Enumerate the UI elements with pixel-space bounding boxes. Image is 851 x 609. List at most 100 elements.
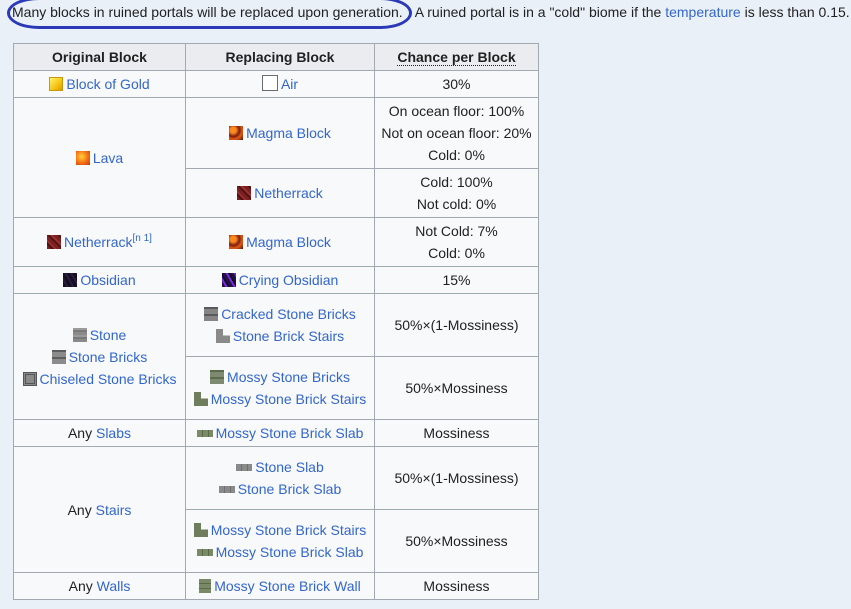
- cell-replacing: Crying Obsidian: [185, 266, 375, 294]
- mossy-stone-brick-wall-link[interactable]: Mossy Stone Brick Wall: [214, 578, 361, 594]
- cell-replacing: Mossy Stone Bricks Mossy Stone Brick Sta…: [185, 356, 375, 420]
- header-original-block: Original Block: [13, 43, 186, 71]
- cell-chance: 50%×(1-Mossiness): [374, 293, 539, 357]
- stone-link[interactable]: Stone: [90, 327, 127, 343]
- cracked-stone-bricks-icon[interactable]: [204, 307, 219, 321]
- cell-original: Netherrack[n 1]: [13, 217, 186, 267]
- chiseled-stone-bricks-icon[interactable]: [22, 371, 37, 386]
- cell-replacing: Air: [185, 70, 375, 98]
- mossy-stone-brick-wall-icon[interactable]: [199, 579, 212, 593]
- mossy-stone-brick-stairs-link[interactable]: Mossy Stone Brick Stairs: [211, 391, 367, 407]
- crying-obsidian-icon[interactable]: [221, 273, 236, 287]
- stone-bricks-link[interactable]: Stone Bricks: [69, 349, 148, 365]
- magma-block-link[interactable]: Magma Block: [246, 125, 331, 141]
- header-replacing-block: Replacing Block: [185, 43, 375, 71]
- mossy-stone-brick-slab-icon[interactable]: [196, 549, 213, 556]
- mossy-stone-brick-stairs-icon[interactable]: [193, 392, 208, 406]
- netherrack-icon[interactable]: [237, 186, 252, 200]
- netherrack-link[interactable]: Netherrack: [64, 234, 132, 250]
- stone-icon[interactable]: [72, 327, 87, 342]
- table-row: Lava Magma Block On ocean floor: 100% No…: [13, 97, 539, 218]
- cell-chance: 50%×(1-Mossiness): [374, 446, 539, 510]
- table-row: Block of Gold Air 30%: [13, 70, 539, 98]
- table-header-row: Original Block Replacing Block Chance pe…: [13, 43, 539, 71]
- cell-replacing: Magma Block: [185, 217, 375, 267]
- cell-chance: Mossiness: [374, 572, 539, 600]
- cell-original: Stone Stone Bricks Chiseled Stone Bricks: [13, 293, 186, 420]
- note-n1-link[interactable]: [n 1]: [133, 233, 152, 244]
- slabs-link[interactable]: Slabs: [96, 425, 131, 441]
- cell-replacing: Magma Block: [185, 97, 375, 169]
- any-prefix: Any: [67, 425, 96, 441]
- mossy-stone-brick-slab-icon[interactable]: [196, 430, 213, 437]
- gold-block-icon[interactable]: [49, 77, 64, 91]
- mossy-stone-bricks-icon[interactable]: [210, 370, 225, 384]
- chance-line: On ocean floor: 100%: [388, 103, 525, 119]
- table-row: Obsidian Crying Obsidian 15%: [13, 266, 539, 294]
- stone-slab-link[interactable]: Stone Slab: [255, 459, 324, 475]
- chance-line: Cold: 100%: [420, 174, 493, 190]
- cell-original: Any Slabs: [13, 419, 186, 447]
- cell-chance: 50%×Mossiness: [374, 356, 539, 420]
- chance-abbr[interactable]: Chance per Block: [397, 49, 516, 66]
- table-row: Netherrack[n 1] Magma Block Not Cold: 7%…: [13, 217, 539, 267]
- stone-brick-slab-link[interactable]: Stone Brick Slab: [238, 481, 342, 497]
- stone-slab-icon[interactable]: [236, 464, 253, 471]
- original-line: Chiseled Stone Bricks: [18, 368, 181, 390]
- cell-chance: 50%×Mossiness: [374, 509, 539, 573]
- replacing-line: Cracked Stone Bricks: [190, 303, 370, 325]
- chance-line: Cold: 0%: [428, 147, 485, 163]
- cell-replacing: Netherrack: [185, 168, 375, 218]
- circled-sentence: Many blocks in ruined portals will be re…: [7, 0, 412, 29]
- obsidian-icon[interactable]: [63, 273, 78, 287]
- intro-text: A ruined portal is in a "cold" biome if …: [411, 4, 666, 20]
- magma-block-icon[interactable]: [229, 126, 244, 140]
- chiseled-stone-bricks-link[interactable]: Chiseled Stone Bricks: [40, 371, 177, 387]
- cell-replacing: Cracked Stone Bricks Stone Brick Stairs: [185, 293, 375, 357]
- stone-brick-slab-icon[interactable]: [218, 486, 235, 493]
- replacing-line: Mossy Stone Brick Slab: [190, 541, 370, 563]
- cell-chance: Mossiness: [374, 419, 539, 447]
- stone-brick-stairs-link[interactable]: Stone Brick Stairs: [233, 328, 344, 344]
- cell-chance: Cold: 100% Not cold: 0%: [374, 168, 539, 218]
- cell-chance: 15%: [374, 266, 539, 294]
- air-icon[interactable]: [261, 75, 278, 91]
- mossy-stone-brick-stairs-icon[interactable]: [193, 523, 208, 537]
- obsidian-link[interactable]: Obsidian: [80, 272, 135, 288]
- table-row: Any Walls Mossy Stone Brick Wall Mossine…: [13, 572, 539, 600]
- cracked-stone-bricks-link[interactable]: Cracked Stone Bricks: [221, 306, 356, 322]
- netherrack-link[interactable]: Netherrack: [254, 185, 322, 201]
- walls-link[interactable]: Walls: [97, 578, 131, 594]
- chance-line: Not cold: 0%: [416, 196, 497, 212]
- air-link[interactable]: Air: [281, 76, 298, 92]
- block-of-gold-link[interactable]: Block of Gold: [66, 76, 149, 92]
- replacing-line: Mossy Stone Brick Stairs: [190, 519, 370, 541]
- temperature-link[interactable]: temperature: [665, 4, 740, 20]
- cell-original: Block of Gold: [13, 70, 186, 98]
- crying-obsidian-link[interactable]: Crying Obsidian: [239, 272, 339, 288]
- intro-text-end: is less than 0.15.: [740, 4, 850, 20]
- ruined-portal-table: Original Block Replacing Block Chance pe…: [13, 43, 539, 600]
- table-row: Any Stairs Stone Slab Stone Brick Slab 5…: [13, 446, 539, 573]
- cell-chance: 30%: [374, 70, 539, 98]
- table-row: Any Slabs Mossy Stone Brick Slab Mossine…: [13, 419, 539, 447]
- stone-bricks-icon[interactable]: [51, 349, 66, 364]
- lava-icon[interactable]: [75, 150, 90, 165]
- magma-block-link[interactable]: Magma Block: [246, 234, 331, 250]
- mossy-stone-brick-slab-link[interactable]: Mossy Stone Brick Slab: [216, 544, 364, 560]
- replacing-line: Mossy Stone Bricks: [190, 366, 370, 388]
- mossy-stone-brick-slab-link[interactable]: Mossy Stone Brick Slab: [216, 425, 364, 441]
- mossy-stone-bricks-link[interactable]: Mossy Stone Bricks: [227, 369, 350, 385]
- netherrack-icon[interactable]: [47, 235, 62, 249]
- cell-original: Obsidian: [13, 266, 186, 294]
- any-prefix: Any: [67, 501, 96, 518]
- stone-brick-stairs-icon[interactable]: [215, 329, 230, 343]
- stairs-link[interactable]: Stairs: [96, 502, 132, 518]
- chance-line: Not Cold: 7%: [415, 223, 498, 239]
- replacing-line: Stone Slab: [190, 456, 370, 478]
- mossy-stone-brick-stairs-link[interactable]: Mossy Stone Brick Stairs: [211, 522, 367, 538]
- lava-link[interactable]: Lava: [93, 150, 123, 166]
- magma-block-icon[interactable]: [229, 235, 244, 249]
- cell-original: Lava: [13, 97, 186, 218]
- cell-original: Any Stairs: [13, 446, 186, 573]
